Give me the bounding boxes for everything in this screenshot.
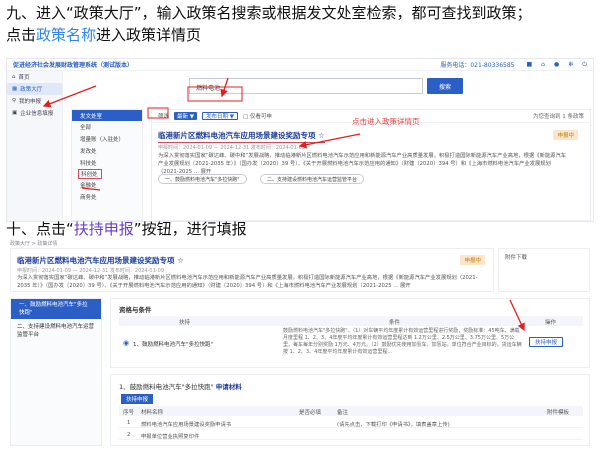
top-icon-group: ■ ⌂ ● ✻ ⏻ xyxy=(526,61,587,69)
sidebar-item-label: 政策大厅 xyxy=(20,87,43,93)
department-item[interactable]: 科技处 xyxy=(72,157,142,169)
row-material-name: 申报单位营业执照复印件 xyxy=(141,434,200,440)
home-icon: ⌂ xyxy=(12,74,16,80)
step10-pre: 十、点击“ xyxy=(6,220,74,238)
col-index: 序号 xyxy=(123,410,135,416)
materials-title: 1、鼓励燃料电池汽车"多拉快跑" 申请材料 xyxy=(119,381,242,391)
policy-meta: 申报时间：2024-01-09 — 2024-12-31 发布时间：2024-0… xyxy=(158,145,305,151)
search-button[interactable]: 搜索 xyxy=(427,78,463,94)
table-row: 1 燃料电池汽车应用场景建设奖励申请书 (请先点击，下载打印《申请书》，填表盖章… xyxy=(119,418,583,428)
sidebar-item-label: 首页 xyxy=(18,75,30,81)
only-available-checkbox[interactable]: □ 仅看可申 xyxy=(243,112,272,120)
col-support: 扶持 xyxy=(179,320,191,326)
row-material-name: 燃料电池汽车应用场景建设奖励申请书 xyxy=(141,422,232,428)
materials-title-bold: 申请材料 xyxy=(215,383,242,391)
sidebar-item-policy-hall[interactable]: ▦ 政策大厅 xyxy=(7,83,62,95)
materials-section: 1、鼓励燃料电池汽车"多拉快跑" 申请材料 扶持申报 序号 材料名称 是否必填 … xyxy=(110,374,590,446)
col-remark: 备注 xyxy=(337,410,349,416)
search-icon: ⚲ xyxy=(12,98,17,104)
service-hotline: 服务电话：021-80336585 xyxy=(440,62,515,69)
sidebar-item-my-applications[interactable]: ⚲ 我的申报 xyxy=(7,95,62,107)
radio-icon[interactable]: ◉ xyxy=(123,339,129,347)
support-item-2[interactable]: 二、支持建设燃料电池汽车运营监管平台 xyxy=(11,319,101,343)
col-condition: 条件 xyxy=(389,320,401,326)
policy-title-link[interactable]: 临港新片区燃料电池汽车应用场景建设奖励专项 ☆ xyxy=(158,130,325,143)
policy-description: 为深入贯彻落实国家“碳达峰、碳中和”发展战略，推动临港新片区燃料电池汽车示范应用… xyxy=(158,153,567,175)
step10-line: 十、点击“扶持申报”按钮，进行填报 xyxy=(6,220,247,239)
policy-description: 为深入贯彻落实国家“碳达峰、碳中和”发展战略，推动临港新片区燃料电池汽车示范应用… xyxy=(17,275,478,289)
row-index: 2 xyxy=(127,432,131,438)
sidebar-item-label: 我的申报 xyxy=(19,99,42,105)
policy-search-input[interactable]: 燃料电池 xyxy=(189,78,423,94)
sidebar-item-label: 企业信息填报 xyxy=(20,111,54,117)
status-badge: 申报中 xyxy=(553,130,578,140)
department-filter: 发文处室 全部 增量账（入驻处） 发改处 科技处 科创处 金融处 商务处 xyxy=(71,109,143,221)
policy-name-highlight: 政策名称 xyxy=(36,26,97,44)
step10-post: ”按钮，进行填报 xyxy=(133,220,247,238)
policy-hall-body: ⌂ 首页 ▦ 政策大厅 ⚲ 我的申报 ▣ 企业信息填报 燃料电池 搜索 发文处室 全部 … xyxy=(7,71,593,221)
home-icon[interactable]: ⌂ xyxy=(541,61,545,69)
department-item[interactable]: 增量账（入驻处） xyxy=(72,133,142,145)
click-annotation: 点击进入政策详情页 xyxy=(352,117,420,126)
department-item[interactable]: 全部 xyxy=(72,121,142,133)
apply-support-button[interactable]: 扶持申报 xyxy=(529,337,564,347)
step9-line1: 九、进入“政策大厅”，输入政策名搜索或根据发文处室检索，都可查找到政策； xyxy=(6,4,532,22)
department-item[interactable]: 商务处 xyxy=(72,191,142,203)
top-bar: 促进经济社会发展财政管理系统（测试版本） 服务电话：021-80336585 ■… xyxy=(7,59,593,71)
building-icon: ▣ xyxy=(12,110,18,116)
sidebar-item-home[interactable]: ⌂ 首页 xyxy=(7,71,62,83)
qualification-table-head: 扶持 条件 操作 xyxy=(119,316,583,326)
sort-latest-tag[interactable]: 最新 ▼ xyxy=(174,112,197,120)
grid-icon: ▦ xyxy=(12,86,18,92)
qualification-section: 资格与条件 扶持 条件 操作 ◉ 1、鼓励燃料电池汽车"多拉快跑" 鼓励燃料电池… xyxy=(110,298,590,368)
sort-date-tag[interactable]: 发布日期 ▼ xyxy=(202,112,238,120)
table-row: 2 申报单位营业执照复印件 xyxy=(119,430,583,440)
attachment-download-panel: 附件下载 xyxy=(498,248,590,292)
result-count: 为您查询到 1 条政策 xyxy=(533,114,584,120)
qualification-title: 资格与条件 xyxy=(119,306,152,314)
tab-apply[interactable]: 扶持申报 xyxy=(121,394,154,404)
support-item-list: 一、鼓励燃料电池汽车"多拉快跑" 二、支持建设燃料电池汽车运营监管平台 xyxy=(10,298,102,446)
power-icon[interactable]: ⏻ xyxy=(582,61,587,69)
step9-line2-post: 进入政策详情页 xyxy=(96,26,202,44)
user-icon[interactable]: ● xyxy=(554,61,559,69)
sidebar-item-company-info[interactable]: ▣ 企业信息填报 xyxy=(7,107,62,119)
department-filter-head: 发文处室 xyxy=(72,110,142,121)
status-badge: 申报中 xyxy=(460,255,485,265)
col-template: 附件模板 xyxy=(547,410,570,416)
row-remark: (请先点击，下载打印《申请书》，填表盖章上传) xyxy=(337,422,450,428)
filter-label: 筛选 xyxy=(158,114,170,120)
policy-result-panel: 筛选 最新 ▼ 发布日期 ▼ □ 仅看可申 为您查询到 1 条政策 临港新片区燃… xyxy=(151,109,591,221)
step9-line2-pre: 点击 xyxy=(6,26,37,44)
step9-line2: 点击政策名称进入政策详情页 xyxy=(6,26,201,45)
materials-title-pre: 1、鼓励燃料电池汽车"多拉快跑" xyxy=(119,383,214,391)
policy-hall-screenshot: 促进经济社会发展财政管理系统（测试版本） 服务电话：021-80336585 ■… xyxy=(6,58,594,222)
department-item-selected[interactable]: 科创处 xyxy=(78,169,102,179)
breadcrumb: 政策大厅 > 政策详情 xyxy=(10,241,58,247)
policy-meta: 申报时间：2024-01-09 — 2024-12-31 发布时间：2024-0… xyxy=(17,268,164,274)
attachment-label: 附件下载 xyxy=(505,255,528,261)
department-item[interactable]: 发改处 xyxy=(72,145,142,157)
policy-chip-1[interactable]: 一、鼓励燃料电池汽车"多拉快跑" xyxy=(158,174,247,184)
department-item[interactable]: 金融处 xyxy=(72,179,142,191)
policy-detail-card: 临港新片区燃料电池汽车应用场景建设奖励专项 ☆ 申报中 申报时间：2024-01… xyxy=(10,248,494,292)
policy-title: 临港新片区燃料电池汽车应用场景建设奖励专项 ☆ xyxy=(17,256,184,265)
sidebar: ⌂ 首页 ▦ 政策大厅 ⚲ 我的申报 ▣ 企业信息填报 xyxy=(7,71,63,221)
support-item-1[interactable]: 一、鼓励燃料电池汽车"多拉快跑" xyxy=(11,299,101,319)
row-index: 1 xyxy=(127,420,131,426)
bell-icon[interactable]: ■ xyxy=(526,61,532,69)
col-operation: 操作 xyxy=(545,320,557,326)
apply-highlight: 扶持申报 xyxy=(73,220,134,238)
col-required: 是否必填 xyxy=(299,410,322,416)
qualification-condition: 鼓励燃料电池汽车"多拉快跑"。（1）对车辆平均年度累计有效运营里程进行奖励，奖励… xyxy=(283,328,522,355)
settings-icon[interactable]: ✻ xyxy=(568,61,573,69)
qualification-item-name: 1、鼓励燃料电池汽车"多拉快跑" xyxy=(133,342,214,348)
system-brand: 促进经济社会发展财政管理系统（测试版本） xyxy=(13,62,134,69)
materials-table-head: 序号 材料名称 是否必填 备注 附件模板 xyxy=(119,406,583,416)
policy-detail-screenshot: 政策大厅 > 政策详情 临港新片区燃料电池汽车应用场景建设奖励专项 ☆ 申报中 … xyxy=(6,240,594,446)
policy-chip-2[interactable]: 二、支持建设燃料电池汽车运营监管平台 xyxy=(260,174,365,184)
col-material-name: 材料名称 xyxy=(141,410,164,416)
